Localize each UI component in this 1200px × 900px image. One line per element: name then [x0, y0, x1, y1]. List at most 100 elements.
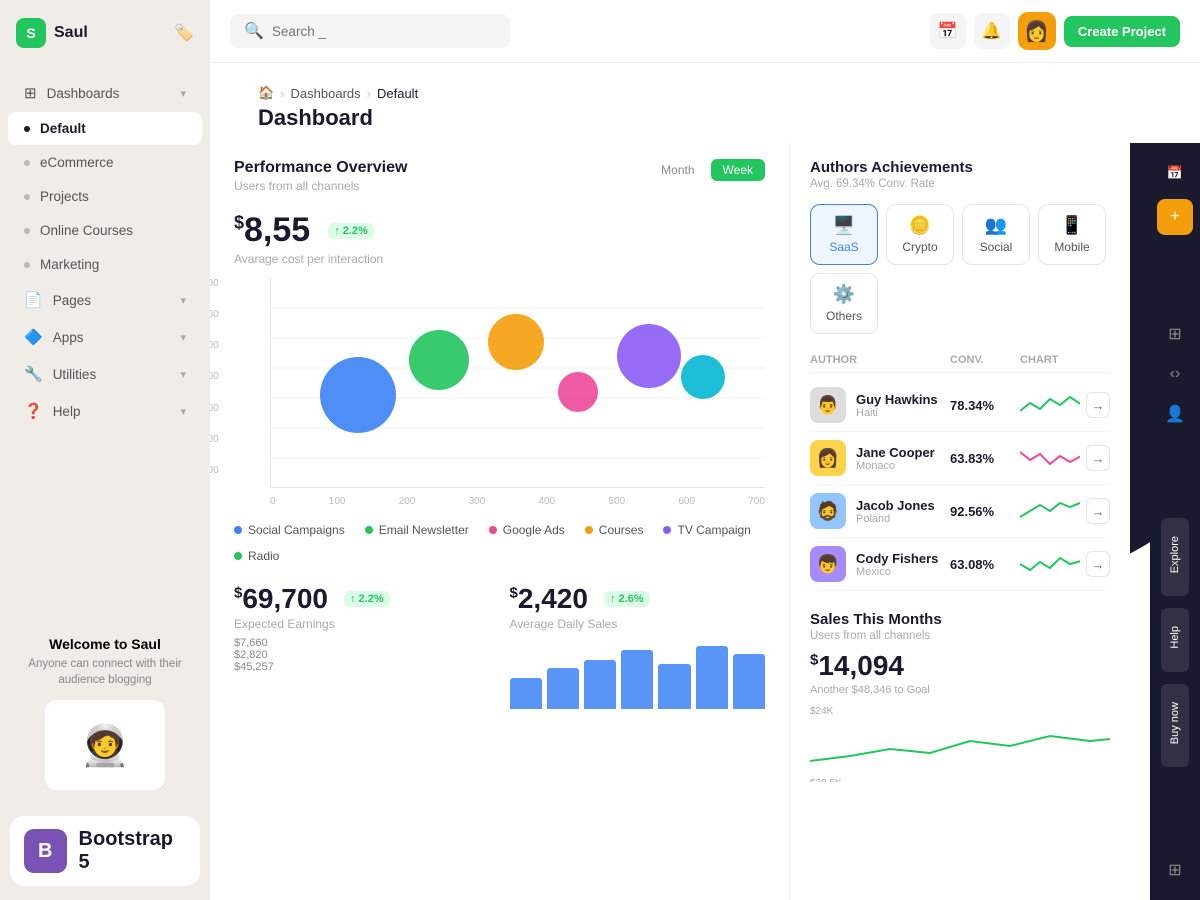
author-info-guy: 👨 Guy Hawkins Haiti	[810, 387, 950, 423]
crypto-icon: 🪙	[909, 215, 931, 236]
saas-icon: 🖥️	[833, 215, 855, 236]
create-project-button[interactable]: Create Project	[1064, 16, 1180, 47]
avatar-cody: 👦	[810, 546, 846, 582]
legend-courses: Courses	[585, 523, 644, 537]
sparkline-guy	[1020, 391, 1080, 419]
sidebar-item-ecommerce[interactable]: eCommerce	[8, 146, 202, 179]
legend-google-ads: Google Ads	[489, 523, 565, 537]
sales-chart: $24K $20.5K	[810, 706, 1110, 766]
bubble-googleads	[558, 372, 598, 412]
cat-tab-social[interactable]: 👥 Social	[962, 204, 1030, 265]
cat-tab-mobile[interactable]: 📱 Mobile	[1038, 204, 1106, 265]
user-avatar[interactable]: 👩	[1018, 12, 1056, 50]
welcome-title: Welcome to Saul	[16, 636, 194, 652]
view-btn-cody[interactable]: →	[1086, 551, 1110, 577]
breadcrumb-dashboards[interactable]: Dashboards	[291, 86, 361, 101]
bar-6	[696, 646, 728, 709]
logo-icon: S	[16, 18, 46, 48]
sidebar-label-default: Default	[40, 121, 86, 136]
view-btn-jane[interactable]: →	[1086, 445, 1110, 471]
chevron-down-icon: ▾	[180, 368, 186, 381]
home-icon[interactable]: 🏠	[258, 85, 274, 101]
conv-cody: 63.08%	[950, 557, 1020, 572]
x-axis-labels: 0100200300400500600700	[270, 492, 765, 507]
sidebar-label-marketing: Marketing	[40, 257, 99, 272]
sparkline-jane	[1020, 444, 1080, 472]
explore-btn[interactable]: Explore	[1161, 518, 1189, 596]
bubble-chart-wrapper: 7006005004003002001000	[234, 278, 765, 507]
user-side-icon[interactable]: 👤	[1157, 396, 1193, 432]
y-axis-labels: 7006005004003002001000	[210, 278, 219, 507]
sales-title: Sales This Months	[810, 611, 1110, 628]
mini-bar-chart	[510, 639, 766, 709]
legend-tv: TV Campaign	[663, 523, 750, 537]
code-icon[interactable]: ‹›	[1157, 356, 1193, 392]
sales-goal: Another $48,346 to Goal	[810, 684, 1110, 696]
sidebar-item-projects[interactable]: Projects	[8, 180, 202, 213]
search-input[interactable]	[272, 24, 496, 39]
earnings-value: $69,700	[234, 583, 328, 615]
author-name-jacob: Jacob Jones	[856, 498, 935, 513]
bootstrap-icon: B	[24, 829, 67, 873]
sales-y-24k: $24K	[810, 706, 833, 717]
sparkline-cody	[1020, 550, 1080, 578]
sidebar-label-dashboards: Dashboards	[47, 86, 120, 101]
sparkline-jacob	[1020, 497, 1080, 525]
sidebar-item-utilities[interactable]: 🔧 Utilities ▾	[8, 356, 202, 392]
pages-icon: 📄	[24, 291, 43, 309]
sidebar-nav: ⊞ Dashboards ▾ Default eCommerce Project…	[0, 66, 210, 620]
right-icon-bar: 📅 + ⊞ ‹› 👤 Explore Help Buy now ⊞	[1150, 143, 1200, 900]
topbar: 🔍 📅 🔔 👩 Create Project	[210, 0, 1200, 63]
left-panel: Performance Overview Users from all chan…	[210, 143, 790, 900]
breadcrumb: 🏠 › Dashboards › Default	[234, 75, 1176, 101]
calendar-icon-btn[interactable]: 📅	[930, 13, 966, 49]
conv-guy: 78.34%	[950, 398, 1020, 413]
sidebar-item-default[interactable]: Default	[8, 112, 202, 145]
search-box[interactable]: 🔍	[230, 14, 510, 48]
daily-sales-value: $2,420	[510, 583, 588, 615]
author-name-jane: Jane Cooper	[856, 445, 935, 460]
sidebar-toggle-icon[interactable]: 🏷️	[174, 23, 194, 43]
sidebar-item-dashboards[interactable]: ⊞ Dashboards ▾	[8, 75, 202, 111]
sales-area-svg	[810, 721, 1110, 771]
astronaut-illustration: 🧑‍🚀	[45, 700, 165, 790]
notification-icon-btn[interactable]: 🔔	[974, 13, 1010, 49]
tab-week[interactable]: Week	[711, 159, 765, 181]
cat-tab-saas[interactable]: 🖥️ SaaS	[810, 204, 878, 265]
right-panel: Authors Achievements Avg. 69.34% Conv. R…	[790, 143, 1130, 782]
buy-now-btn[interactable]: Buy now	[1161, 684, 1189, 767]
sidebar-label-apps: Apps	[53, 330, 84, 345]
stat-earnings: $69,700 ↑ 2.2% Expected Earnings $7,660 …	[234, 583, 490, 709]
bubble-tv	[617, 324, 681, 388]
author-country-guy: Haiti	[856, 407, 938, 419]
avatar-jane: 👩	[810, 440, 846, 476]
authors-title: Authors Achievements	[810, 159, 1110, 176]
author-name-guy: Guy Hawkins	[856, 392, 938, 407]
tab-month[interactable]: Month	[649, 159, 706, 181]
view-btn-guy[interactable]: →	[1086, 392, 1110, 418]
category-tabs: 🖥️ SaaS 🪙 Crypto 👥 Social 📱	[810, 204, 1110, 334]
sidebar-item-online-courses[interactable]: Online Courses	[8, 214, 202, 247]
author-row-jacob: 🧔 Jacob Jones Poland 92.56% →	[810, 485, 1110, 538]
bar-1	[510, 678, 542, 710]
grid-icon[interactable]: ⊞	[1157, 316, 1193, 352]
cat-tab-others[interactable]: ⚙️ Others	[810, 273, 878, 334]
help-side-btn[interactable]: Help	[1161, 608, 1189, 672]
calendar-side-icon[interactable]: 📅	[1157, 155, 1193, 191]
perf-title: Performance Overview	[234, 159, 407, 177]
sidebar-label-pages: Pages	[53, 293, 91, 308]
sales-section: Sales This Months Users from all channel…	[810, 611, 1110, 766]
view-btn-jacob[interactable]: →	[1086, 498, 1110, 524]
sidebar-item-pages[interactable]: 📄 Pages ▾	[8, 282, 202, 318]
sales-y-205k: $20.5K	[810, 778, 842, 782]
author-info-jane: 👩 Jane Cooper Monaco	[810, 440, 950, 476]
cat-tab-crypto[interactable]: 🪙 Crypto	[886, 204, 954, 265]
legend-radio: Radio	[234, 549, 279, 563]
daily-sales-badge: ↑ 2.6%	[604, 591, 650, 607]
sidebar-item-marketing[interactable]: Marketing	[8, 248, 202, 281]
sidebar-item-apps[interactable]: 🔷 Apps ▾	[8, 319, 202, 355]
sidebar-item-help[interactable]: ❓ Help ▾	[8, 393, 202, 429]
add-icon-btn[interactable]: +	[1157, 199, 1193, 235]
dot-icon	[24, 262, 30, 268]
bottom-grid-icon[interactable]: ⊞	[1157, 852, 1193, 888]
